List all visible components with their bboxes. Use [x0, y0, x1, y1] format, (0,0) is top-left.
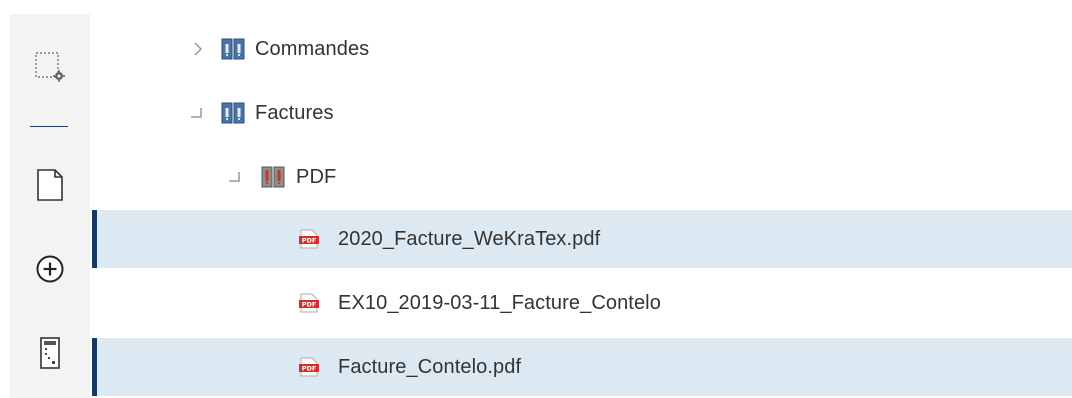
- tree-node-label: PDF: [296, 165, 337, 188]
- chevron-right-icon[interactable]: [190, 39, 206, 59]
- selection-indicator: [92, 338, 97, 396]
- tree-node-label: Commandes: [255, 37, 370, 60]
- add-button[interactable]: [10, 246, 90, 296]
- tree-node-commandes[interactable]: Commandes: [92, 18, 1072, 80]
- pdf-file-icon: PDF: [298, 356, 320, 378]
- folder-binder-icon: [221, 37, 245, 61]
- svg-text:PDF: PDF: [302, 301, 317, 309]
- add-circle-icon: [35, 254, 65, 289]
- pdf-file-icon: PDF: [298, 228, 320, 250]
- tree-node-pdf-folder[interactable]: PDF: [92, 146, 1072, 208]
- toolbar-separator: [30, 126, 68, 127]
- svg-text:PDF: PDF: [302, 365, 317, 373]
- tree-node-file-ex10[interactable]: PDF EX10_2019-03-11_Facture_Contelo: [92, 274, 1072, 332]
- pdf-file-icon: PDF: [298, 292, 320, 314]
- expanded-corner-icon[interactable]: [188, 103, 204, 123]
- tree-node-file-wekratex[interactable]: PDF 2020_Facture_WeKraTex.pdf: [92, 210, 1072, 268]
- folder-binder-icon: [221, 101, 245, 125]
- document-icon: [36, 168, 64, 207]
- tree-node-label: EX10_2019-03-11_Facture_Contelo: [338, 291, 661, 314]
- tree-node-factures[interactable]: Factures: [92, 82, 1072, 144]
- select-settings-icon: [34, 51, 66, 88]
- svg-text:PDF: PDF: [302, 237, 317, 245]
- tree-node-label: 2020_Facture_WeKraTex.pdf: [338, 227, 601, 250]
- form-button[interactable]: [10, 328, 90, 382]
- tree-node-label: Facture_Contelo.pdf: [338, 355, 522, 378]
- tree-node-label: Factures: [255, 101, 334, 124]
- file-tree: Commandes Factures PDF PDF 2020_Facture_…: [92, 0, 1072, 398]
- expanded-corner-icon[interactable]: [226, 167, 242, 187]
- folder-binder-red-icon: [261, 165, 285, 189]
- tree-node-file-contelo[interactable]: PDF Facture_Contelo.pdf: [92, 338, 1072, 396]
- selection-indicator: [92, 210, 97, 268]
- left-toolbar: [0, 0, 92, 398]
- select-settings-button[interactable]: [10, 44, 90, 94]
- new-document-button[interactable]: [10, 162, 90, 212]
- form-icon: [39, 336, 61, 375]
